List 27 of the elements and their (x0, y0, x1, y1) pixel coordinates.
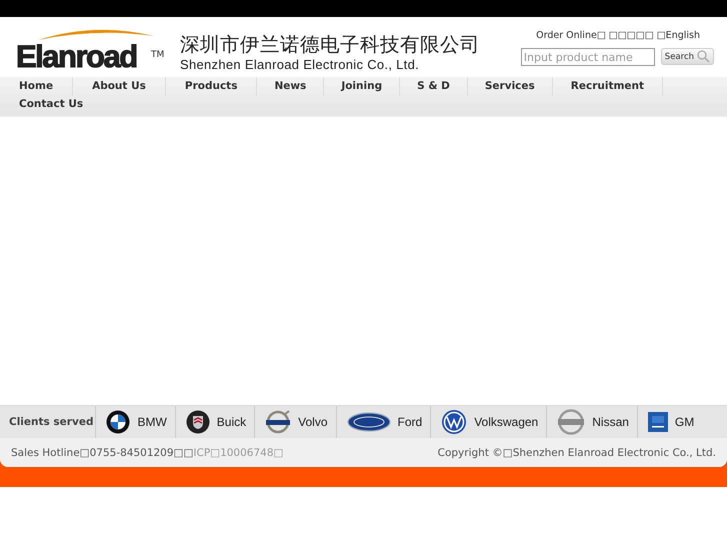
roundel-icon (106, 410, 130, 434)
nav-item[interactable]: S & D (400, 77, 468, 96)
search-button[interactable]: Search (660, 48, 714, 65)
search-field[interactable]: Input product name (520, 48, 655, 66)
clients-label: Clients served (8, 416, 94, 428)
nav-item[interactable]: News (257, 77, 324, 96)
logo-text: Elanroad (16, 39, 137, 75)
circle-emblem-icon (441, 409, 468, 435)
oval-emblem-icon (346, 412, 390, 432)
company-name-english: Shenzhen Elanroad Electronic Co., Ltd. (180, 57, 420, 72)
search-icon (697, 50, 710, 63)
nav-item[interactable]: Joining (324, 77, 400, 96)
ring-emblem-icon (557, 409, 586, 435)
nav-item[interactable]: Services (468, 77, 553, 96)
language-links[interactable]: Order Online□ □□□□□ □English (536, 30, 700, 41)
ring-emblem-icon (265, 410, 292, 434)
sales-hotline: Sales Hotline□0755-84501209□□ICP□10006748□ (11, 446, 284, 458)
nav-item[interactable]: Home (0, 77, 74, 96)
nav-item[interactable]: Contact Us (0, 96, 102, 116)
copyright-text: Copyright ©□Shenzhen Elanroad Electronic Co., Ltd. (438, 446, 716, 458)
shield-emblem-icon (186, 410, 210, 434)
nav-item[interactable]: About Us (73, 77, 166, 96)
nav-item[interactable]: Recruitment (552, 77, 664, 96)
square-emblem-icon (648, 412, 668, 432)
nav-item[interactable]: Products (166, 77, 258, 96)
company-name: 深圳市伊兰诺德电子科技有限公司 (180, 33, 480, 57)
trademark-mark: TM (151, 50, 164, 60)
